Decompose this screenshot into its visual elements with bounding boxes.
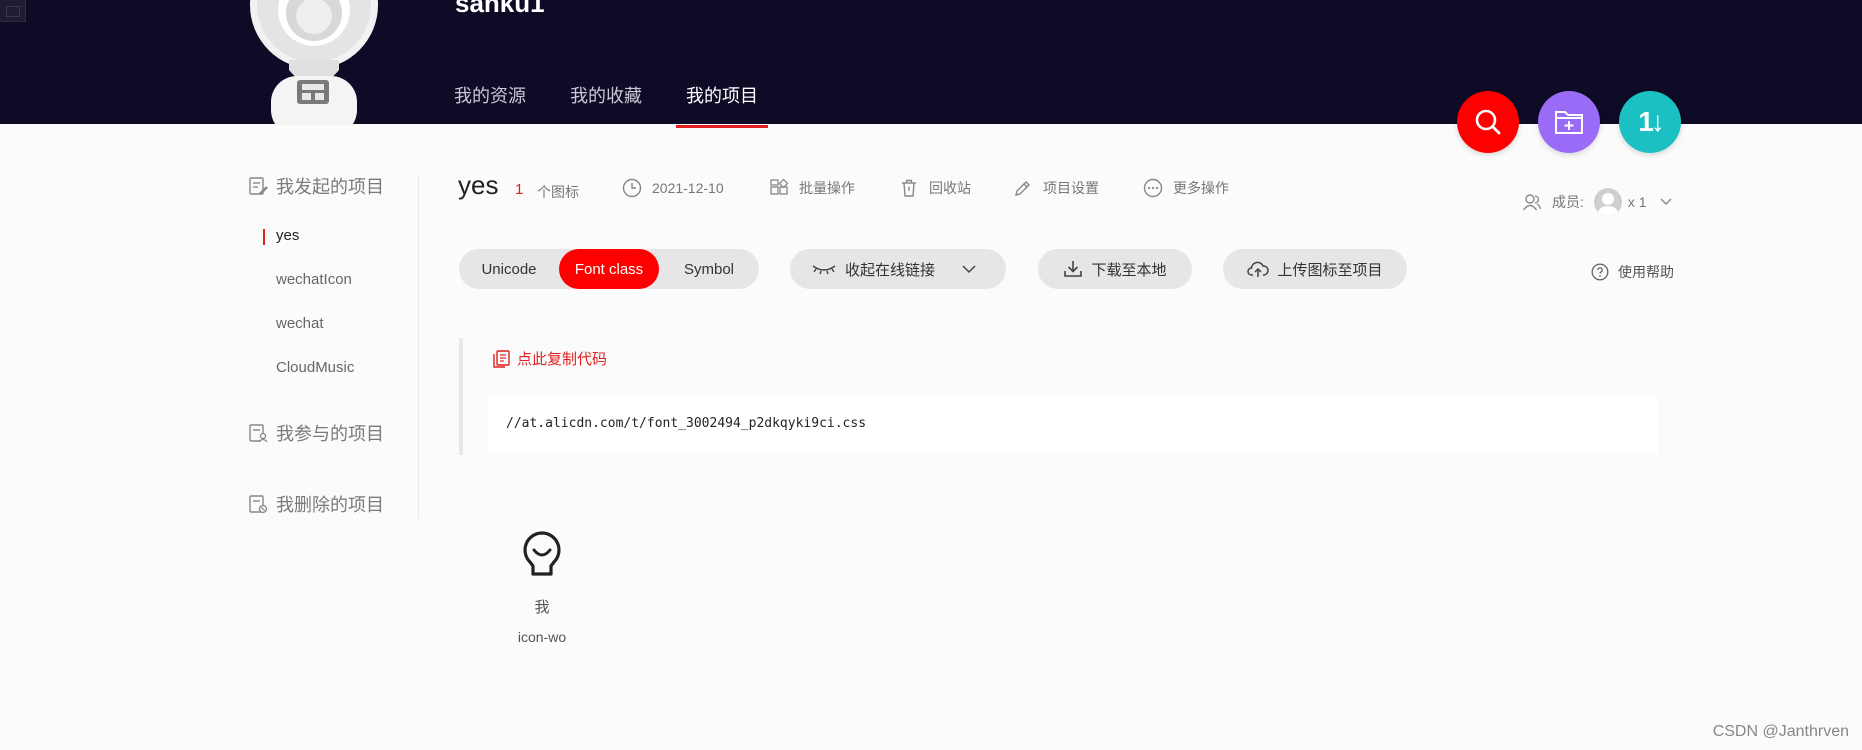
eye-closed-icon: [812, 265, 836, 275]
chevron-down-icon: [1660, 198, 1672, 205]
nav-my-favorites[interactable]: 我的收藏: [570, 82, 642, 128]
download-label: 下载至本地: [1091, 261, 1167, 279]
bulb-icon: [523, 531, 561, 576]
project-settings-label: 项目设置: [1043, 180, 1099, 196]
tab-font-class[interactable]: Font class: [559, 249, 659, 289]
search-icon: [1475, 109, 1501, 135]
download-icon: [1064, 261, 1083, 277]
sidebar-group-joined-label: 我参与的项目: [276, 424, 384, 444]
code-format-tabs: Unicode Font class Symbol: [459, 249, 759, 289]
collapse-link-button[interactable]: 收起在线链接: [790, 249, 1006, 289]
cloud-upload-icon: [1247, 261, 1270, 277]
project-date-text: 2021-12-10: [652, 180, 724, 196]
icon-count-label: 个图标: [537, 184, 579, 200]
help-link[interactable]: 使用帮助: [1591, 262, 1674, 282]
member-avatar: [1593, 188, 1622, 216]
batch-operation-label: 批量操作: [799, 180, 855, 196]
clock-icon: [622, 178, 642, 198]
recycle-bin-label: 回收站: [929, 180, 971, 196]
tab-unicode[interactable]: Unicode: [459, 249, 559, 289]
chevron-down-icon: [962, 265, 976, 274]
collapse-link-label: 收起在线链接: [844, 261, 935, 279]
project-title: yes: [458, 170, 499, 200]
sort-button[interactable]: 1↓: [1619, 91, 1681, 153]
sidebar-group-joined[interactable]: 我参与的项目: [248, 421, 384, 445]
edit-doc-icon: [249, 177, 268, 195]
sort-icon: 1↓: [1638, 106, 1665, 137]
online-link-panel: 点此复制代码 //at.alicdn.com/t/font_3002494_p2…: [459, 338, 1658, 455]
sidebar-group-deleted-label: 我删除的项目: [276, 495, 384, 515]
grid-icon: [770, 178, 789, 195]
main-nav: 我的资源 我的收藏 我的项目: [454, 82, 802, 128]
sidebar-group-deleted[interactable]: 我删除的项目: [248, 492, 384, 516]
more-operations[interactable]: 更多操作: [1143, 178, 1229, 198]
more-icon: [1143, 178, 1163, 198]
help-label: 使用帮助: [1618, 264, 1674, 280]
copy-code-label: 点此复制代码: [517, 351, 608, 368]
sidebar-project-wechat[interactable]: wechat: [276, 315, 324, 332]
icon-class-name: icon-wo: [517, 629, 567, 645]
question-icon: [1591, 263, 1609, 281]
corner-button[interactable]: [0, 0, 26, 22]
add-project-button[interactable]: [1538, 91, 1600, 153]
download-button[interactable]: 下载至本地: [1038, 249, 1192, 289]
copy-code-link[interactable]: 点此复制代码: [491, 348, 607, 369]
copy-icon: [493, 349, 510, 368]
sidebar-project-cloudmusic[interactable]: CloudMusic: [276, 359, 354, 376]
sidebar-divider: [418, 174, 419, 518]
members-label: 成员:: [1552, 194, 1584, 210]
members-dropdown[interactable]: 成员: x 1: [1522, 188, 1673, 216]
more-operations-label: 更多操作: [1173, 180, 1229, 196]
sidebar-project-yes[interactable]: yes: [262, 227, 299, 245]
upload-button[interactable]: 上传图标至项目: [1223, 249, 1407, 289]
nav-my-resources[interactable]: 我的资源: [454, 82, 526, 128]
sidebar-group-created-label: 我发起的项目: [276, 177, 384, 197]
css-url: //at.alicdn.com/t/font_3002494_p2dkqyki9…: [488, 396, 1658, 454]
deleted-doc-icon: [249, 495, 268, 514]
sidebar-project-wechaticon[interactable]: wechatIcon: [276, 271, 352, 288]
icon-display-name: 我: [534, 599, 550, 616]
project-settings[interactable]: 项目设置: [1013, 178, 1099, 198]
trash-icon: [902, 179, 916, 197]
pencil-icon: [1015, 181, 1030, 196]
upload-label: 上传图标至项目: [1277, 261, 1383, 279]
icon-card[interactable]: 我 icon-wo: [500, 530, 584, 645]
members-icon: [1522, 194, 1542, 211]
sidebar-group-created[interactable]: 我发起的项目: [248, 174, 384, 198]
avatar: [250, 0, 378, 125]
add-folder-icon: [1555, 111, 1583, 134]
watermark: CSDN @Janthrven: [1712, 723, 1849, 740]
search-button[interactable]: [1457, 91, 1519, 153]
icon-count: 1: [515, 181, 524, 198]
nav-my-projects[interactable]: 我的项目: [676, 82, 768, 128]
members-count: x 1: [1627, 194, 1647, 210]
batch-operation[interactable]: 批量操作: [769, 178, 855, 198]
user-doc-icon: [249, 424, 268, 443]
project-date: 2021-12-10: [622, 178, 724, 198]
recycle-bin[interactable]: 回收站: [899, 178, 971, 198]
username: sanku1: [455, 0, 545, 18]
tab-symbol[interactable]: Symbol: [659, 249, 759, 289]
